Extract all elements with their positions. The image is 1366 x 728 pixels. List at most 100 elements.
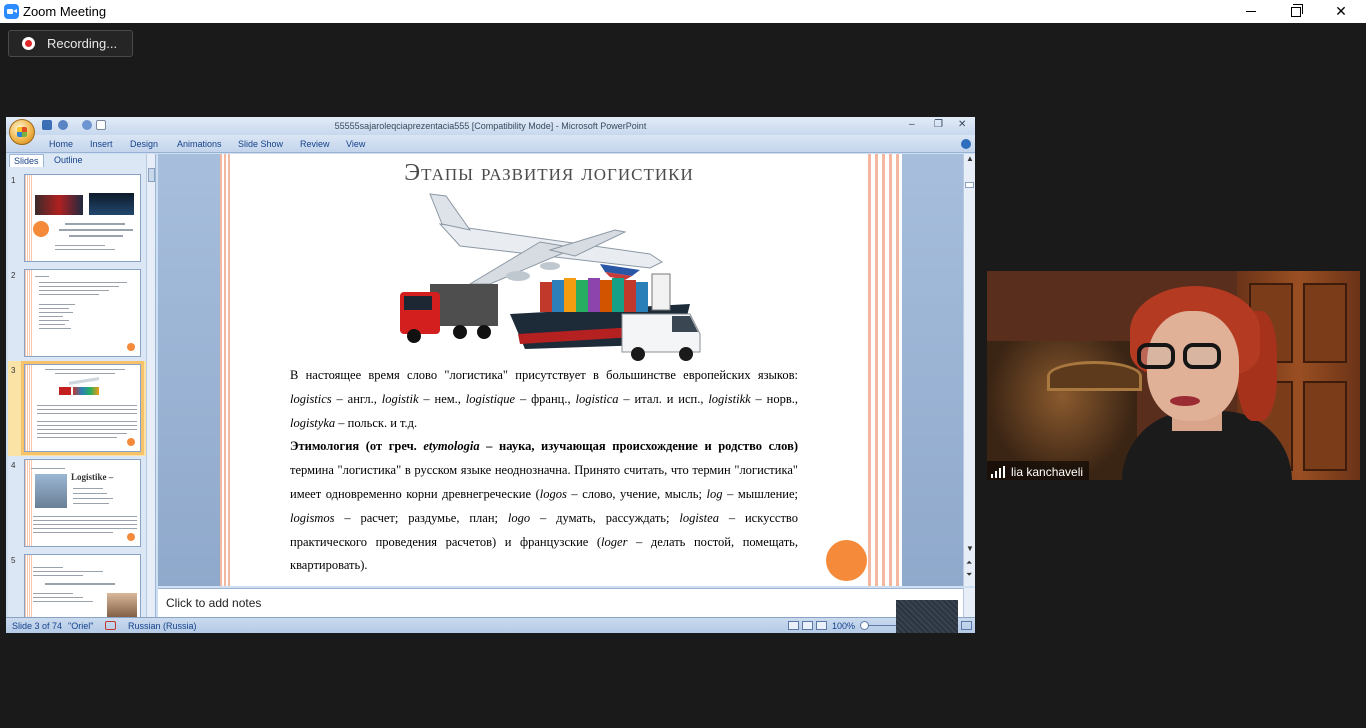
text-run-italic: etymologia bbox=[423, 439, 480, 454]
thumbnail-text-line bbox=[39, 286, 119, 287]
slide-decorative-orb bbox=[826, 540, 867, 581]
tab-design[interactable]: Design bbox=[130, 139, 158, 149]
slide-thumbnail[interactable] bbox=[24, 269, 141, 357]
text-run-italic: logistique bbox=[465, 391, 516, 406]
text-run-italic: logistica bbox=[575, 391, 619, 406]
zoom-level[interactable]: 100% bbox=[832, 621, 855, 631]
thumbnail-text-line bbox=[39, 308, 69, 309]
current-slide[interactable]: Этапы развития логистики В настоящее вре… bbox=[220, 154, 902, 586]
ppt-restore-icon[interactable]: ❐ bbox=[934, 119, 943, 130]
scroll-up-icon[interactable]: ▲ bbox=[966, 154, 974, 163]
scrollbar-thumb[interactable] bbox=[965, 182, 974, 188]
slide-thumbnail[interactable]: Logistike – bbox=[24, 459, 141, 547]
next-slide-icon[interactable]: ⏷ bbox=[966, 570, 972, 580]
transport-illustration bbox=[400, 193, 701, 361]
fit-to-window-icon[interactable] bbox=[961, 621, 972, 630]
thumbnail-number: 5 bbox=[11, 556, 16, 565]
text-run-italic: logistyka bbox=[290, 415, 336, 430]
thumbnail-stripe bbox=[25, 365, 32, 451]
tab-outline[interactable]: Outline bbox=[50, 154, 87, 167]
thumbnail-number: 1 bbox=[11, 176, 16, 185]
thumbnail-text-line bbox=[33, 601, 93, 602]
thumbnail-text-line bbox=[33, 528, 137, 529]
truck-icon bbox=[400, 284, 498, 343]
normal-view-icon[interactable] bbox=[788, 621, 799, 630]
thumbnail-stripe bbox=[25, 175, 32, 261]
thumbnail-text-line bbox=[39, 290, 109, 291]
thumbnail-text-line bbox=[37, 425, 137, 426]
thumbnail-text-line bbox=[59, 229, 133, 231]
slide-thumbnail-selected[interactable] bbox=[21, 361, 144, 455]
tab-animations[interactable]: Animations bbox=[177, 139, 222, 149]
text-run: – нем., bbox=[418, 391, 466, 406]
ribbon-tabs: Home Insert Design Animations Slide Show… bbox=[6, 135, 975, 153]
thumbnail-text-line bbox=[39, 316, 63, 317]
thumbnail-text-line bbox=[33, 567, 63, 568]
notes-pane[interactable]: Click to add notes bbox=[158, 588, 963, 617]
thumbnail-ship bbox=[73, 387, 99, 395]
thumbnail-text-line bbox=[73, 498, 113, 499]
shared-screen-powerpoint[interactable]: 55555sajaroleqciaprezentacia555 [Compati… bbox=[6, 117, 975, 633]
language-status[interactable]: Russian (Russia) bbox=[128, 621, 197, 631]
thumbnail-image bbox=[107, 593, 137, 617]
text-run: – норв., bbox=[750, 391, 798, 406]
zoom-camera-icon bbox=[4, 4, 19, 19]
glasses-lens bbox=[1137, 343, 1175, 369]
recording-indicator[interactable]: Recording... bbox=[8, 30, 133, 57]
notes-scrollbar[interactable] bbox=[963, 588, 975, 617]
slide-right-stripe bbox=[868, 154, 902, 586]
thumbnail-heading: Logistike – bbox=[71, 472, 114, 482]
text-run: – итал. и исп., bbox=[618, 391, 709, 406]
chair-back bbox=[1047, 361, 1142, 391]
scroll-down-icon[interactable]: ▼ bbox=[966, 544, 974, 553]
text-run-italic: loger bbox=[601, 534, 628, 549]
minimize-button[interactable] bbox=[1228, 0, 1274, 23]
slide-editing-area: Этапы развития логистики В настоящее вре… bbox=[158, 154, 963, 586]
thumbnail-text-line bbox=[37, 405, 137, 406]
tab-view[interactable]: View bbox=[346, 139, 365, 149]
thumbnail-plane bbox=[69, 377, 99, 385]
tab-slides[interactable]: Slides bbox=[9, 154, 44, 167]
recording-label: Recording... bbox=[47, 36, 118, 51]
zoom-out-icon[interactable] bbox=[860, 621, 869, 630]
glasses-lens bbox=[1183, 343, 1221, 369]
tab-slide-show[interactable]: Slide Show bbox=[238, 139, 283, 149]
slide-left-stripe bbox=[220, 154, 230, 586]
restore-button[interactable] bbox=[1273, 0, 1319, 23]
office-button[interactable] bbox=[9, 119, 35, 145]
thumbnail-text-line bbox=[33, 597, 83, 598]
text-run-italic: logistea bbox=[679, 510, 719, 525]
slide-scrollbar[interactable]: ▲ ▼ ⏶ ⏷ bbox=[963, 154, 975, 586]
scrollbar-thumb[interactable] bbox=[148, 168, 155, 182]
record-icon bbox=[22, 37, 35, 50]
thumbnail-text-line bbox=[33, 532, 113, 533]
thumbnail-image bbox=[35, 474, 67, 508]
ppt-minimize-icon[interactable]: – bbox=[909, 119, 915, 130]
spellcheck-icon[interactable] bbox=[105, 621, 116, 630]
previous-slide-icon[interactable]: ⏶ bbox=[966, 558, 972, 568]
help-icon[interactable] bbox=[961, 139, 971, 149]
signal-strength-icon bbox=[991, 465, 1005, 478]
text-run: – расчет; раздумье, план; bbox=[334, 510, 508, 525]
slide-sorter-icon[interactable] bbox=[802, 621, 813, 630]
slide-show-icon[interactable] bbox=[816, 621, 827, 630]
ppt-close-icon[interactable]: ✕ bbox=[958, 119, 966, 130]
thumbnail-text-line bbox=[65, 223, 125, 225]
close-button[interactable]: ✕ bbox=[1318, 0, 1364, 23]
thumbnail-text-line bbox=[33, 571, 103, 572]
overlay-artifact bbox=[896, 600, 958, 633]
participant-video[interactable]: lia kanchaveli bbox=[987, 271, 1360, 480]
thumbnail-text-line bbox=[73, 503, 109, 504]
thumbnail-text-line bbox=[37, 433, 127, 434]
thumbnail-text-line bbox=[73, 488, 103, 489]
thumbnail-text-line bbox=[39, 282, 127, 283]
text-run: – слово, учение, мысль; bbox=[566, 486, 707, 501]
thumbnails-scrollbar[interactable] bbox=[146, 154, 155, 617]
tab-insert[interactable]: Insert bbox=[90, 139, 113, 149]
restore-icon bbox=[1291, 3, 1303, 17]
tab-home[interactable]: Home bbox=[49, 139, 73, 149]
slide-thumbnail[interactable] bbox=[24, 554, 141, 617]
tab-review[interactable]: Review bbox=[300, 139, 330, 149]
thumbnail-stripe bbox=[25, 555, 32, 617]
slide-thumbnail[interactable] bbox=[24, 174, 141, 262]
